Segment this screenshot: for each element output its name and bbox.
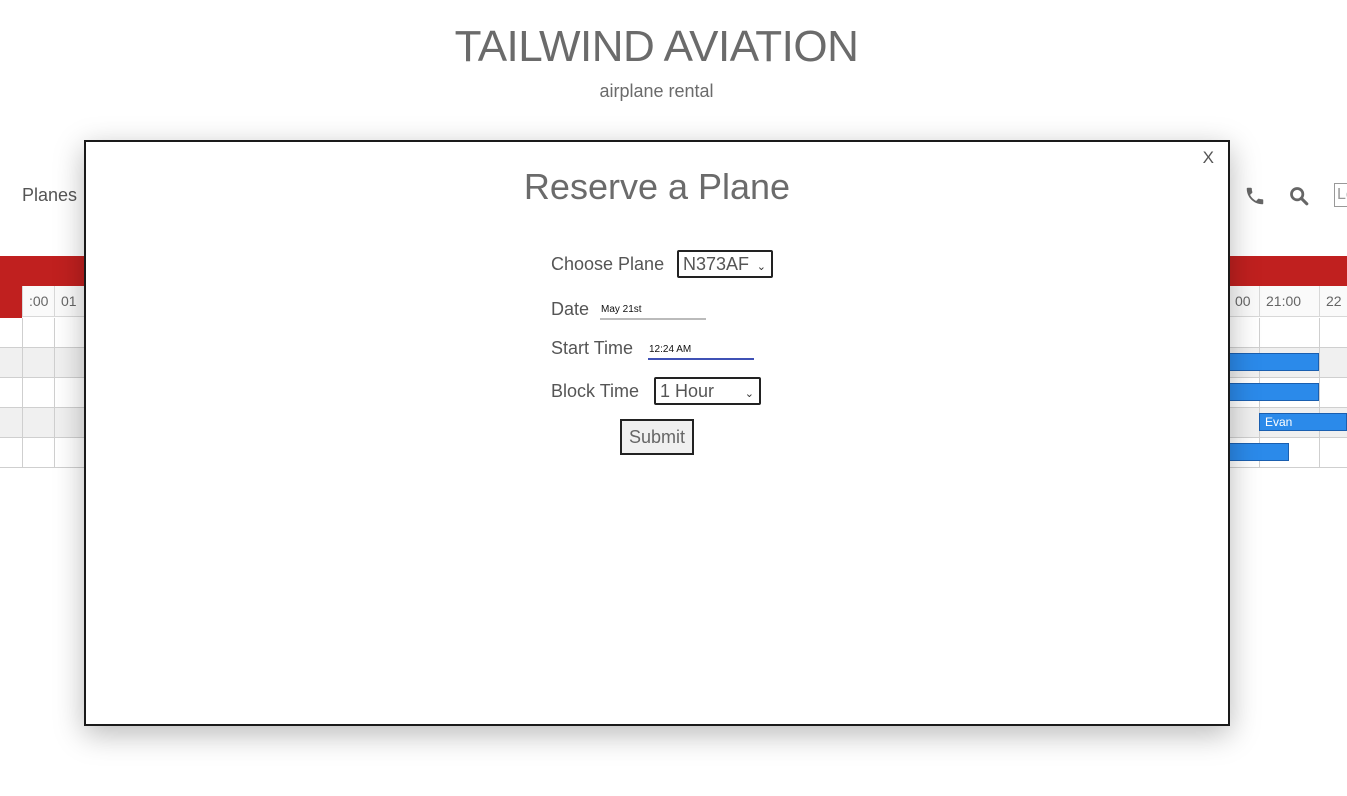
booking-block[interactable]: Evan (1259, 413, 1347, 431)
schedule-header-bar-left (22, 256, 84, 286)
schedule-row (0, 348, 84, 378)
modal-title: Reserve a Plane (523, 166, 791, 207)
block-time-select[interactable]: 1 Hour ⌄ (654, 377, 761, 405)
block-time-label: Block Time (551, 381, 640, 401)
schedule-header-bar-right (1229, 256, 1347, 286)
schedule-row (1229, 318, 1347, 348)
start-time-label: Start Time (551, 338, 634, 358)
time-header-cell: 21:00 (1259, 286, 1319, 317)
time-header-cell: :00 (22, 286, 54, 317)
reserve-plane-modal: X Reserve a Plane Choose Plane N373AF ⌄ … (84, 140, 1230, 726)
chevron-down-icon: ⌄ (744, 388, 754, 400)
booking-block[interactable] (1229, 353, 1319, 371)
site-title: TAILWIND AVIATION (454, 22, 859, 71)
plane-select-value: N373AF (683, 254, 750, 274)
phone-icon[interactable] (1244, 185, 1266, 207)
plane-select[interactable]: N373AF ⌄ (677, 250, 773, 278)
block-time-select-value: 1 Hour (660, 381, 715, 401)
site-subtitle: airplane rental (599, 81, 714, 101)
schedule-row (0, 318, 84, 348)
time-header-cell: 22 (1319, 286, 1347, 317)
submit-button[interactable]: Submit (620, 419, 694, 455)
grid-line (22, 318, 23, 468)
chevron-down-icon: ⌄ (756, 261, 766, 273)
schedule-row (0, 408, 84, 438)
schedule-header-tab (0, 256, 22, 318)
grid-line (1319, 318, 1320, 468)
choose-plane-label: Choose Plane (551, 254, 665, 274)
close-button[interactable]: X (1203, 148, 1214, 168)
time-header-cell: 01 (54, 286, 84, 317)
search-icon[interactable] (1288, 185, 1310, 207)
grid-line (54, 318, 55, 468)
login-button[interactable]: Lo (1334, 183, 1347, 207)
time-header-cell: 00 (1229, 286, 1259, 317)
schedule-row (0, 378, 84, 408)
date-label: Date (551, 299, 590, 319)
booking-block[interactable] (1229, 383, 1319, 401)
nav-planes-link[interactable]: Planes (22, 185, 77, 206)
schedule-row (0, 438, 84, 468)
booking-block[interactable] (1229, 443, 1289, 461)
date-input[interactable]: May 21st (600, 304, 706, 320)
start-time-input[interactable]: 12:24 AM (648, 344, 754, 360)
